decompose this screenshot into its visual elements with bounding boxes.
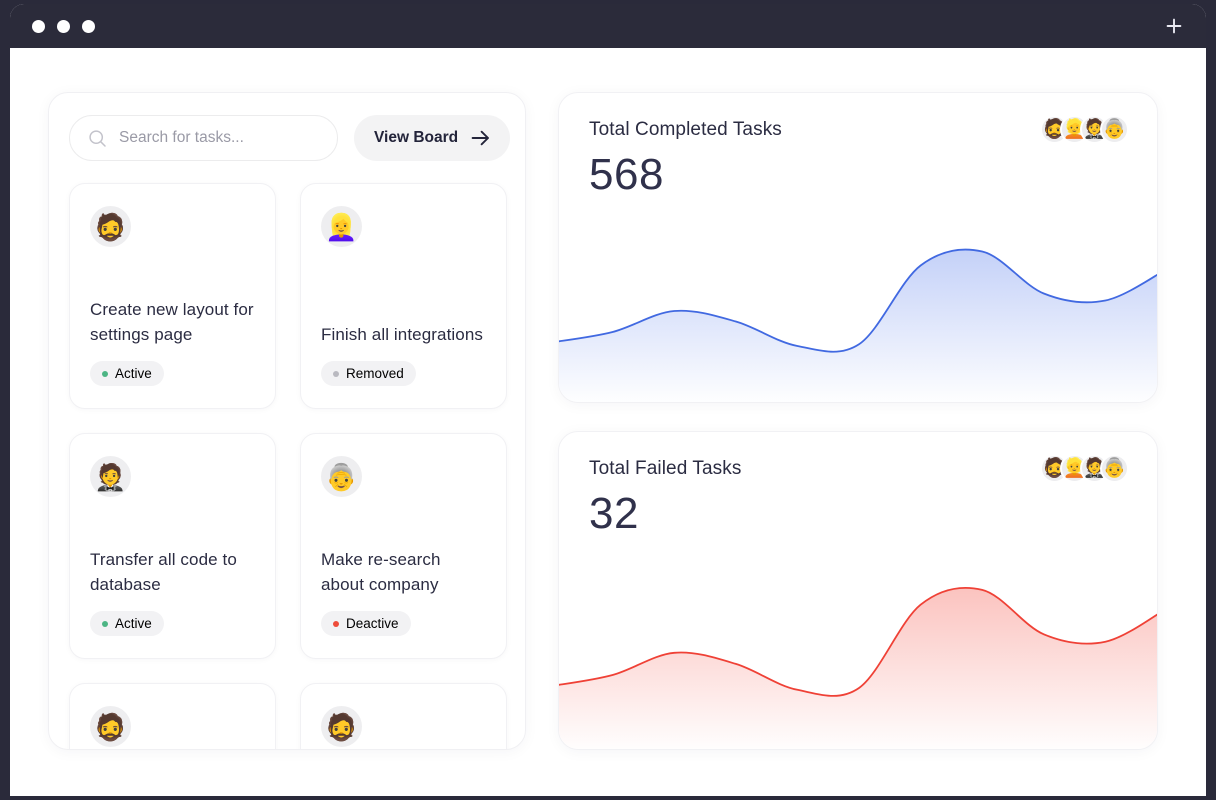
view-board-button[interactable]: View Board — [354, 115, 511, 161]
status-dot — [102, 370, 108, 377]
status-badge: Active — [90, 611, 164, 636]
status-badge: Deactive — [321, 611, 411, 636]
status-label: Removed — [346, 366, 404, 381]
avatar: 🧔 — [90, 206, 131, 247]
view-board-label: View Board — [374, 129, 459, 146]
task-title: Finish all integrations — [321, 325, 483, 344]
status-label: Active — [115, 366, 152, 381]
task-title: Create new layout for settings page — [90, 300, 254, 344]
plus-icon[interactable] — [1164, 16, 1184, 36]
stats-column: Total Completed Tasks 568 🧔 👱 🤵 👵 Total … — [558, 92, 1158, 750]
status-label: Deactive — [346, 616, 399, 631]
avatar: 🧔 — [90, 706, 131, 747]
traffic-light-controls — [32, 19, 95, 33]
card-value: 32 — [589, 489, 639, 538]
task-title: Make re-search about company — [321, 550, 441, 594]
maximize-icon[interactable] — [82, 19, 95, 33]
avatar: 🤵 — [90, 456, 131, 497]
task-card[interactable]: 👵 Make re-search about company Deactive — [300, 433, 507, 659]
status-label: Active — [115, 616, 152, 631]
search-input[interactable] — [119, 129, 319, 147]
window-titlebar — [10, 4, 1206, 48]
task-card[interactable]: 🤵 Transfer all code to database Active — [69, 433, 276, 659]
failed-tasks-card: Total Failed Tasks 32 🧔 👱 🤵 👵 — [558, 431, 1158, 750]
task-title: Transfer all code to database — [90, 550, 237, 594]
desktop-background: View Board 🧔 Create new layout for setti… — [0, 0, 1216, 800]
app-window: View Board 🧔 Create new layout for setti… — [10, 4, 1206, 796]
task-card-grid: 🧔 Create new layout for settings page Ac… — [69, 183, 507, 749]
arrow-right-icon — [471, 130, 490, 146]
completed-card-header: Total Completed Tasks 568 🧔 👱 🤵 👵 — [559, 93, 1157, 197]
completed-tasks-card: Total Completed Tasks 568 🧔 👱 🤵 👵 — [558, 92, 1158, 403]
status-badge: Active — [90, 361, 164, 386]
page-content: View Board 🧔 Create new layout for setti… — [10, 48, 1206, 796]
avatar-stack[interactable]: 🧔 👱 🤵 👵 — [1040, 454, 1129, 483]
close-icon[interactable] — [32, 19, 45, 33]
avatar: 👱‍♀️ — [321, 206, 362, 247]
task-card[interactable]: 🧔 Create new layout for settings page Ac… — [69, 183, 276, 409]
search-box[interactable] — [69, 115, 338, 161]
completed-tasks-area-chart — [559, 227, 1157, 402]
avatar: 👵 — [1100, 115, 1129, 144]
task-card[interactable]: 🧔 — [69, 683, 276, 749]
status-dot — [102, 620, 108, 627]
status-dot — [333, 620, 339, 627]
status-badge: Removed — [321, 361, 416, 386]
failed-tasks-area-chart — [559, 564, 1157, 749]
search-icon — [88, 129, 107, 148]
task-card[interactable]: 👱‍♀️ Finish all integrations Removed — [300, 183, 507, 409]
status-dot — [333, 370, 339, 377]
task-card[interactable]: 🧔 — [300, 683, 507, 749]
avatar: 🧔 — [321, 706, 362, 747]
avatar: 👵 — [321, 456, 362, 497]
tasks-toolbar: View Board — [69, 115, 511, 161]
failed-card-header: Total Failed Tasks 32 🧔 👱 🤵 👵 — [559, 432, 1157, 536]
tasks-panel: View Board 🧔 Create new layout for setti… — [48, 92, 526, 750]
avatar: 👵 — [1100, 454, 1129, 483]
avatar-stack[interactable]: 🧔 👱 🤵 👵 — [1040, 115, 1129, 144]
card-value: 568 — [589, 150, 664, 199]
minimize-icon[interactable] — [57, 19, 70, 33]
